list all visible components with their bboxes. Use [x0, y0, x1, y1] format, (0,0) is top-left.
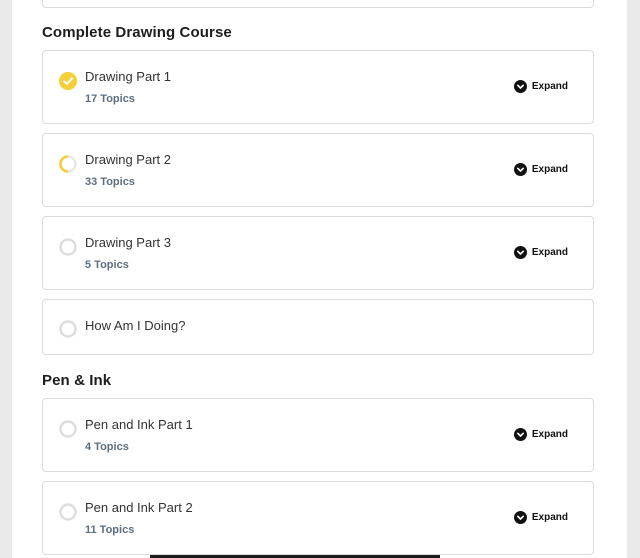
chevron-down-circle-icon [513, 163, 527, 176]
course-content-panel: Complete Drawing Course Drawing Part 1 1… [12, 0, 627, 558]
lesson-card-pen-and-ink-part-2[interactable]: Pen and Ink Part 2 11 Topics Expand [42, 481, 594, 555]
expand-button[interactable]: Expand [513, 428, 568, 441]
lesson-topic-count: 33 Topics [85, 176, 135, 188]
previous-lesson-card [42, 0, 594, 8]
section-title-complete-drawing-course: Complete Drawing Course [42, 24, 232, 41]
expand-button[interactable]: Expand [513, 80, 568, 93]
lesson-card-drawing-part-1[interactable]: Drawing Part 1 17 Topics Expand [42, 50, 594, 124]
lesson-topic-count: 4 Topics [85, 441, 129, 453]
expand-button[interactable]: Expand [513, 511, 568, 524]
lesson-title[interactable]: Pen and Ink Part 1 [85, 417, 193, 432]
section-title-pen-and-ink: Pen & Ink [42, 372, 112, 389]
expand-label: Expand [531, 512, 568, 523]
expand-button[interactable]: Expand [513, 163, 568, 176]
expand-label: Expand [531, 164, 568, 175]
not-started-circle-icon [59, 420, 77, 438]
expand-button[interactable]: Expand [513, 246, 568, 259]
expand-label: Expand [531, 81, 568, 92]
in-progress-icon [59, 155, 77, 173]
not-started-circle-icon [59, 320, 77, 338]
expand-label: Expand [531, 429, 568, 440]
chevron-down-circle-icon [513, 246, 527, 259]
lesson-card-how-am-i-doing[interactable]: How Am I Doing? [42, 299, 594, 355]
lesson-title[interactable]: Drawing Part 1 [85, 69, 171, 84]
lesson-card-pen-and-ink-part-1[interactable]: Pen and Ink Part 1 4 Topics Expand [42, 398, 594, 472]
lesson-card-drawing-part-2[interactable]: Drawing Part 2 33 Topics Expand [42, 133, 594, 207]
lesson-card-drawing-part-3[interactable]: Drawing Part 3 5 Topics Expand [42, 216, 594, 290]
lesson-topic-count: 17 Topics [85, 93, 135, 105]
complete-check-icon [59, 72, 77, 90]
lesson-title[interactable]: Pen and Ink Part 2 [85, 500, 193, 515]
lesson-title[interactable]: Drawing Part 3 [85, 235, 171, 250]
not-started-circle-icon [59, 503, 77, 521]
chevron-down-circle-icon [513, 428, 527, 441]
lesson-topic-count: 5 Topics [85, 259, 129, 271]
lesson-title[interactable]: Drawing Part 2 [85, 152, 171, 167]
lesson-title[interactable]: How Am I Doing? [85, 318, 185, 333]
chevron-down-circle-icon [513, 511, 527, 524]
chevron-down-circle-icon [513, 80, 527, 93]
expand-label: Expand [531, 247, 568, 258]
not-started-circle-icon [59, 238, 77, 256]
lesson-topic-count: 11 Topics [85, 524, 135, 536]
